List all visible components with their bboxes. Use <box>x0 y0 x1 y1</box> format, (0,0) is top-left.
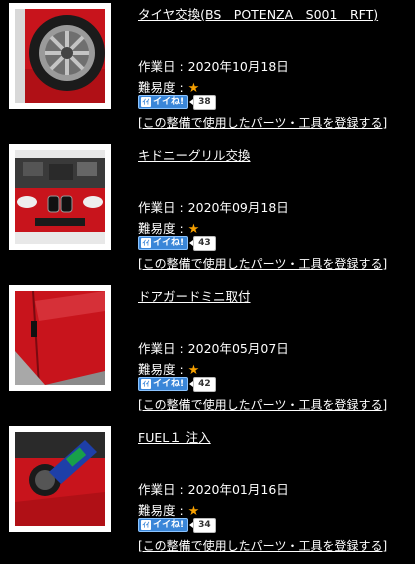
like-widget: ｲｲ イイね! 38 <box>138 94 216 110</box>
like-icon: ｲｲ <box>141 97 151 107</box>
like-button[interactable]: ｲｲ イイね! <box>138 236 189 250</box>
fuel-additive-photo-icon <box>15 432 105 526</box>
item-title-link[interactable]: ドアガードミニ取付 <box>138 286 251 305</box>
maintenance-list: タイヤ交換(BS POTENZA S001 RFT) 作業日 : 2020年10… <box>0 0 415 562</box>
like-icon: ｲｲ <box>141 379 151 389</box>
work-date: 作業日 : 2020年05月07日 <box>138 341 289 356</box>
like-icon: ｲｲ <box>141 520 151 530</box>
difficulty-label: 難易度 : <box>138 362 184 377</box>
like-button[interactable]: ｲｲ イイね! <box>138 95 189 109</box>
like-label: イイね! <box>153 520 185 530</box>
kidney-grill-photo-icon <box>15 150 105 244</box>
work-date: 作業日 : 2020年01月16日 <box>138 482 289 497</box>
like-widget: ｲｲ イイね! 42 <box>138 376 216 392</box>
like-widget: ｲｲ イイね! 43 <box>138 235 216 251</box>
register-parts-link[interactable]: [この整備で使用したパーツ・工具を登録する] <box>138 114 387 131</box>
fuel-additive-photo-thumbnail[interactable] <box>9 426 111 532</box>
like-button[interactable]: ｲｲ イイね! <box>138 518 189 532</box>
like-icon: ｲｲ <box>141 238 151 248</box>
like-label: イイね! <box>153 97 185 107</box>
maintenance-item: タイヤ交換(BS POTENZA S001 RFT) 作業日 : 2020年10… <box>0 0 415 141</box>
item-title-link[interactable]: FUEL１ 注入 <box>138 427 211 446</box>
register-parts-link[interactable]: [この整備で使用したパーツ・工具を登録する] <box>138 255 387 272</box>
tire-photo-thumbnail[interactable] <box>9 3 111 109</box>
kidney-grill-photo-thumbnail[interactable] <box>9 144 111 250</box>
like-button[interactable]: ｲｲ イイね! <box>138 377 189 391</box>
like-widget: ｲｲ イイね! 34 <box>138 517 216 533</box>
like-count: 34 <box>189 517 216 533</box>
difficulty-label: 難易度 : <box>138 221 184 236</box>
register-parts-link[interactable]: [この整備で使用したパーツ・工具を登録する] <box>138 396 387 413</box>
difficulty-label: 難易度 : <box>138 503 184 518</box>
like-label: イイね! <box>153 238 185 248</box>
like-count: 42 <box>189 376 216 392</box>
register-parts-link[interactable]: [この整備で使用したパーツ・工具を登録する] <box>138 537 387 554</box>
item-title-link[interactable]: タイヤ交換(BS POTENZA S001 RFT) <box>138 4 378 23</box>
like-label: イイね! <box>153 379 185 389</box>
maintenance-item: FUEL１ 注入 作業日 : 2020年01月16日 難易度 : ★ ｲｲ イイ… <box>0 423 415 564</box>
maintenance-item: ドアガードミニ取付 作業日 : 2020年05月07日 難易度 : ★ ｲｲ イ… <box>0 282 415 423</box>
work-date: 作業日 : 2020年09月18日 <box>138 200 289 215</box>
maintenance-item: キドニーグリル交換 作業日 : 2020年09月18日 難易度 : ★ ｲｲ イ… <box>0 141 415 282</box>
work-date: 作業日 : 2020年10月18日 <box>138 59 289 74</box>
like-count: 38 <box>189 94 216 110</box>
item-title-link[interactable]: キドニーグリル交換 <box>138 145 251 164</box>
door-guard-photo-thumbnail[interactable] <box>9 285 111 391</box>
door-guard-photo-icon <box>15 291 105 385</box>
like-count: 43 <box>189 235 216 251</box>
tire-photo-icon <box>15 9 105 103</box>
difficulty-label: 難易度 : <box>138 80 184 95</box>
